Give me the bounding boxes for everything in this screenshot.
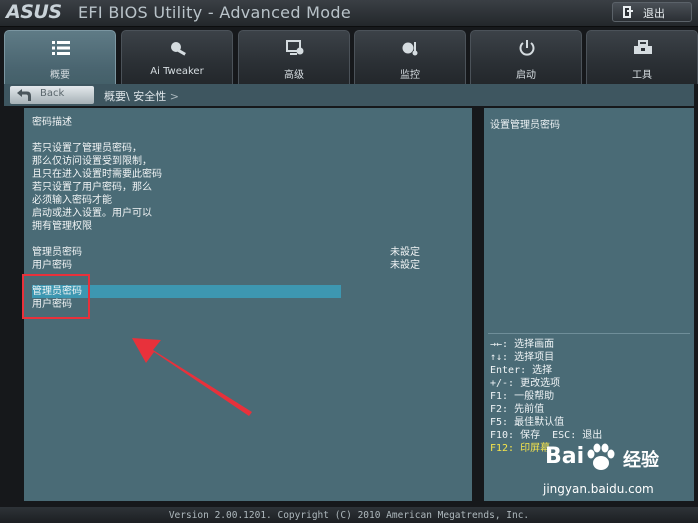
key-hint: F5: 最佳默认值 bbox=[490, 417, 565, 428]
description-line: 若只设置了管理员密码， bbox=[32, 143, 142, 154]
advanced-icon bbox=[286, 40, 304, 55]
description-line: 若只设置了用户密码，那么 bbox=[32, 182, 152, 193]
back-button[interactable]: Back bbox=[10, 86, 94, 104]
tab-label: Ai Tweaker bbox=[150, 66, 204, 77]
key-hint: +/-: 更改选项 bbox=[490, 378, 561, 389]
description-title: 密码描述 bbox=[32, 117, 72, 128]
key-hint: Enter: 选择 bbox=[490, 365, 553, 376]
description-line: 且只在进入设置时需要此密码 bbox=[32, 169, 162, 180]
key-hint: ↑↓: 选择项目 bbox=[490, 352, 555, 363]
key-hint-print-screen: F12: 印屏幕 bbox=[490, 443, 551, 454]
watermark-brand: Bai bbox=[545, 444, 585, 469]
tab-label: 工具 bbox=[632, 70, 652, 81]
breadcrumb-bar: Back 概要\ 安全性 > bbox=[4, 84, 694, 106]
key-hint: →←: 选择画面 bbox=[490, 339, 555, 350]
key-hint: F1: 一般帮助 bbox=[490, 391, 555, 402]
exit-icon bbox=[623, 6, 633, 18]
tweaker-icon bbox=[171, 42, 186, 56]
description-line: 拥有管理权限 bbox=[32, 221, 92, 232]
description-line: 那么仅访问设置受到限制， bbox=[32, 156, 152, 167]
breadcrumb-item-security: 安全性 bbox=[133, 90, 167, 103]
tab-label: 概要 bbox=[50, 70, 70, 81]
breadcrumb-separator: > bbox=[169, 90, 179, 103]
tab-advanced[interactable]: 高级 bbox=[238, 30, 350, 84]
tab-label: 启动 bbox=[516, 70, 536, 81]
help-divider bbox=[488, 333, 690, 334]
tab-label: 监控 bbox=[400, 70, 420, 81]
user-password-status-value: 未設定 bbox=[390, 260, 420, 271]
exit-button[interactable]: 退出 bbox=[612, 2, 692, 22]
help-description: 设置管理员密码 bbox=[490, 120, 560, 131]
key-hint: F2: 先前值 bbox=[490, 404, 545, 415]
tab-tool[interactable]: 工具 bbox=[586, 30, 698, 84]
back-label: Back bbox=[40, 88, 65, 99]
title-bar: ASUS EFI BIOS Utility - Advanced Mode 退出 bbox=[0, 0, 698, 27]
paw-icon bbox=[587, 443, 615, 470]
tab-label: 高级 bbox=[284, 70, 304, 81]
breadcrumb-item-overview[interactable]: 概要\ bbox=[104, 90, 130, 103]
user-password-status-label: 用户密码 bbox=[32, 260, 72, 271]
exit-label: 退出 bbox=[643, 7, 665, 20]
baidu-watermark: Bai 经验 jingyan.baidu.com bbox=[543, 440, 695, 510]
tab-monitor[interactable]: 监控 bbox=[354, 30, 466, 84]
settings-panel: 密码描述 若只设置了管理员密码， 那么仅访问设置受到限制， 且只在进入设置时需要… bbox=[22, 108, 472, 501]
watermark-jingyan: 经验 bbox=[623, 450, 659, 471]
monitor-icon bbox=[402, 42, 418, 56]
list-icon bbox=[52, 41, 70, 55]
breadcrumb: 概要\ 安全性 > bbox=[104, 88, 179, 104]
back-arrow-icon bbox=[17, 89, 31, 101]
tool-icon bbox=[634, 40, 652, 54]
tab-boot[interactable]: 启动 bbox=[470, 30, 582, 84]
annotation-box bbox=[22, 274, 90, 319]
asus-logo: ASUS bbox=[6, 1, 62, 23]
description-line: 启动或进入设置。用户可以 bbox=[32, 208, 152, 219]
annotation-arrow bbox=[132, 338, 252, 416]
main-tabs: 概要 Ai Tweaker 高级 监控 启动 工具 bbox=[0, 30, 698, 84]
app-title: EFI BIOS Utility - Advanced Mode bbox=[78, 3, 351, 22]
watermark-url: jingyan.baidu.com bbox=[543, 482, 654, 496]
tab-ai-tweaker[interactable]: Ai Tweaker bbox=[121, 30, 233, 84]
power-icon bbox=[519, 40, 535, 56]
admin-password-status-label: 管理员密码 bbox=[32, 247, 82, 258]
tab-overview[interactable]: 概要 bbox=[4, 30, 116, 84]
version-text: Version 2.00.1201. Copyright (C) 2010 Am… bbox=[168, 510, 530, 521]
description-line: 必须输入密码才能 bbox=[32, 195, 112, 206]
admin-password-status-value: 未設定 bbox=[390, 247, 420, 258]
